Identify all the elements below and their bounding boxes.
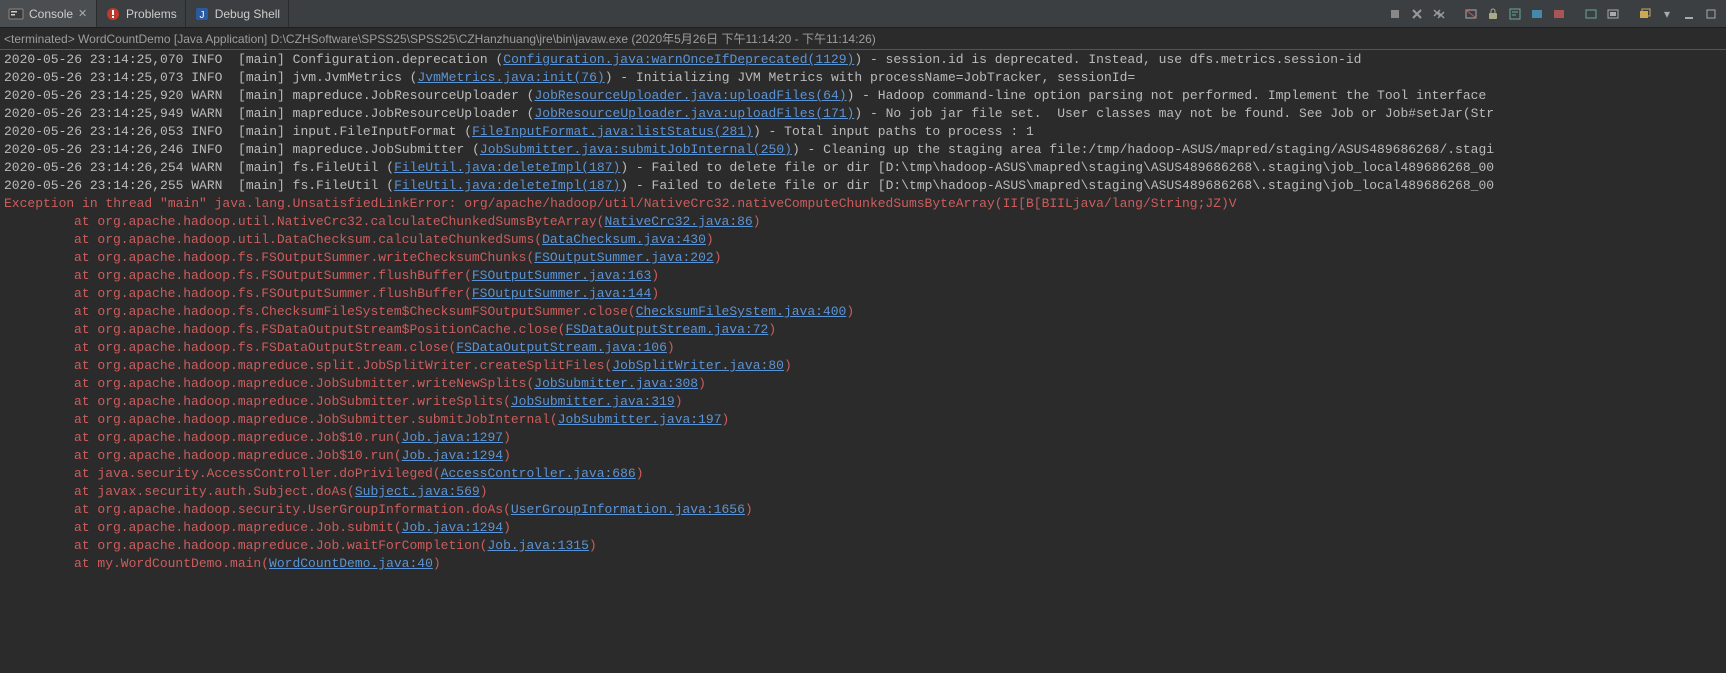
source-link[interactable]: JobResourceUploader.java:uploadFiles(64) [535, 88, 847, 103]
stack-frame: at org.apache.hadoop.fs.FSOutputSummer.f… [4, 267, 1722, 285]
stack-frame: at org.apache.hadoop.mapreduce.Job$10.ru… [4, 429, 1722, 447]
stack-frame: at org.apache.hadoop.fs.FSOutputSummer.w… [4, 249, 1722, 267]
pin-console-icon[interactable] [1582, 5, 1600, 23]
source-link[interactable]: AccessController.java:686 [441, 466, 636, 481]
stack-frame: at org.apache.hadoop.fs.FSDataOutputStre… [4, 339, 1722, 357]
launch-status-line: <terminated> WordCountDemo [Java Applica… [0, 28, 1726, 50]
stack-frame: at org.apache.hadoop.fs.FSDataOutputStre… [4, 321, 1722, 339]
problems-icon [105, 6, 121, 22]
stack-frame: at org.apache.hadoop.mapreduce.JobSubmit… [4, 375, 1722, 393]
tab-debug-shell[interactable]: J Debug Shell [186, 0, 289, 27]
log-line: 2020-05-26 23:14:26,254 WARN [main] fs.F… [4, 159, 1722, 177]
log-line: 2020-05-26 23:14:26,246 INFO [main] mapr… [4, 141, 1722, 159]
stack-frame: at javax.security.auth.Subject.doAs(Subj… [4, 483, 1722, 501]
source-link[interactable]: JobSplitWriter.java:80 [612, 358, 784, 373]
source-link[interactable]: Job.java:1315 [487, 538, 588, 553]
word-wrap-icon[interactable] [1506, 5, 1524, 23]
source-link[interactable]: FSOutputSummer.java:202 [534, 250, 713, 265]
source-link[interactable]: WordCountDemo.java:40 [269, 556, 433, 571]
maximize-icon[interactable] [1702, 5, 1720, 23]
open-console-icon[interactable] [1636, 5, 1654, 23]
source-link[interactable]: JobSubmitter.java:319 [511, 394, 675, 409]
stack-frame: at my.WordCountDemo.main(WordCountDemo.j… [4, 555, 1722, 573]
log-line: 2020-05-26 23:14:25,070 INFO [main] Conf… [4, 51, 1722, 69]
view-tabs: Console ✕ Problems J Debug Shell [0, 0, 289, 27]
source-link[interactable]: Job.java:1297 [402, 430, 503, 445]
view-tabbar: Console ✕ Problems J Debug Shell [0, 0, 1726, 28]
tab-problems[interactable]: Problems [97, 0, 186, 27]
source-link[interactable]: JvmMetrics.java:init(76) [417, 70, 604, 85]
remove-all-icon[interactable] [1430, 5, 1448, 23]
source-link[interactable]: JobSubmitter.java:submitJobInternal(250) [480, 142, 792, 157]
svg-text:J: J [199, 10, 204, 21]
source-link[interactable]: FileInputFormat.java:listStatus(281) [472, 124, 753, 139]
stack-frame: at org.apache.hadoop.fs.ChecksumFileSyst… [4, 303, 1722, 321]
log-line: 2020-05-26 23:14:26,053 INFO [main] inpu… [4, 123, 1722, 141]
minimize-icon[interactable] [1680, 5, 1698, 23]
show-on-err-icon[interactable] [1550, 5, 1568, 23]
source-link[interactable]: FileUtil.java:deleteImpl(187) [394, 160, 620, 175]
stack-frame: at org.apache.hadoop.util.NativeCrc32.ca… [4, 213, 1722, 231]
source-link[interactable]: JobResourceUploader.java:uploadFiles(171… [535, 106, 855, 121]
stack-frame: at org.apache.hadoop.mapreduce.Job.submi… [4, 519, 1722, 537]
clear-console-icon[interactable] [1462, 5, 1480, 23]
display-selected-icon[interactable] [1604, 5, 1622, 23]
source-link[interactable]: Job.java:1294 [402, 520, 503, 535]
console-output[interactable]: 2020-05-26 23:14:25,070 INFO [main] Conf… [0, 50, 1726, 574]
stack-frame: at java.security.AccessController.doPriv… [4, 465, 1722, 483]
source-link[interactable]: FSOutputSummer.java:163 [472, 268, 651, 283]
tab-console-label: Console [29, 7, 73, 21]
tab-console-close[interactable]: ✕ [78, 9, 88, 19]
exception-header: Exception in thread "main" java.lang.Uns… [4, 195, 1722, 213]
source-link[interactable]: JobSubmitter.java:308 [534, 376, 698, 391]
log-line: 2020-05-26 23:14:25,073 INFO [main] jvm.… [4, 69, 1722, 87]
stack-frame: at org.apache.hadoop.fs.FSOutputSummer.f… [4, 285, 1722, 303]
stack-frame: at org.apache.hadoop.security.UserGroupI… [4, 501, 1722, 519]
debug-shell-icon: J [194, 6, 210, 22]
stack-frame: at org.apache.hadoop.mapreduce.Job.waitF… [4, 537, 1722, 555]
log-line: 2020-05-26 23:14:25,949 WARN [main] mapr… [4, 105, 1722, 123]
source-link[interactable]: FileUtil.java:deleteImpl(187) [394, 178, 620, 193]
source-link[interactable]: UserGroupInformation.java:1656 [511, 502, 745, 517]
log-line: 2020-05-26 23:14:25,920 WARN [main] mapr… [4, 87, 1722, 105]
log-line: 2020-05-26 23:14:26,255 WARN [main] fs.F… [4, 177, 1722, 195]
scroll-lock-icon[interactable] [1484, 5, 1502, 23]
remove-launch-icon[interactable] [1408, 5, 1426, 23]
source-link[interactable]: DataChecksum.java:430 [542, 232, 706, 247]
source-link[interactable]: ChecksumFileSystem.java:400 [636, 304, 847, 319]
source-link[interactable]: Configuration.java:warnOnceIfDeprecated(… [503, 52, 854, 67]
stack-frame: at org.apache.hadoop.mapreduce.JobSubmit… [4, 393, 1722, 411]
tab-console[interactable]: Console ✕ [0, 0, 97, 27]
stack-frame: at org.apache.hadoop.util.DataChecksum.c… [4, 231, 1722, 249]
stack-frame: at org.apache.hadoop.mapreduce.split.Job… [4, 357, 1722, 375]
source-link[interactable]: FSDataOutputStream.java:72 [565, 322, 768, 337]
show-on-out-icon[interactable] [1528, 5, 1546, 23]
stack-frame: at org.apache.hadoop.mapreduce.Job$10.ru… [4, 447, 1722, 465]
tab-problems-label: Problems [126, 7, 177, 21]
source-link[interactable]: Job.java:1294 [402, 448, 503, 463]
source-link[interactable]: FSOutputSummer.java:144 [472, 286, 651, 301]
console-toolbar: ▾ [1386, 5, 1726, 23]
source-link[interactable]: JobSubmitter.java:197 [558, 412, 722, 427]
source-link[interactable]: FSDataOutputStream.java:106 [456, 340, 667, 355]
console-icon [8, 6, 24, 22]
view-menu-icon[interactable]: ▾ [1658, 5, 1676, 23]
tab-debug-shell-label: Debug Shell [215, 7, 280, 21]
stack-frame: at org.apache.hadoop.mapreduce.JobSubmit… [4, 411, 1722, 429]
source-link[interactable]: NativeCrc32.java:86 [605, 214, 753, 229]
terminate-icon[interactable] [1386, 5, 1404, 23]
source-link[interactable]: Subject.java:569 [355, 484, 480, 499]
